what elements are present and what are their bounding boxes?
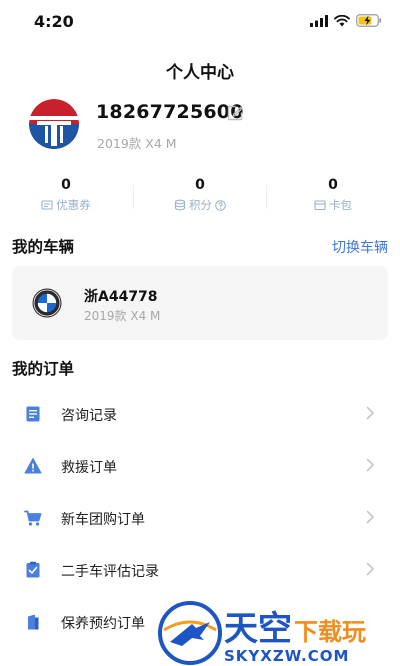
stat-points-label: 积分: [189, 198, 212, 212]
status-icons: [310, 14, 382, 27]
stat-card-wallet-label: 卡包: [329, 198, 352, 212]
stat-coupons-value: 0: [61, 177, 71, 193]
bmw-logo: [32, 288, 62, 318]
stat-coupons-label: 优惠券: [56, 198, 91, 212]
vehicles-title-text: 我的车辆: [12, 238, 75, 256]
vehicle-plate: 浙A44778: [84, 289, 158, 305]
order-item-used-car-evaluation[interactable]: 二手车评估记录: [0, 544, 400, 596]
rescue-warning-icon: [24, 458, 42, 474]
points-icon: [174, 199, 186, 211]
consult-record-icon: [26, 406, 40, 422]
orders-section-title: 我的订单: [11, 357, 75, 382]
watermark-logo: 天空 下载玩 SKYXZW.COM: [158, 601, 366, 665]
svg-text:天空: 天空: [224, 609, 292, 649]
stats-bar: 0 优惠券 0 积分 0 卡包: [0, 177, 400, 219]
chevron-right-icon: [366, 562, 374, 576]
edit-icon[interactable]: [226, 104, 244, 122]
battery-charging-icon: [356, 14, 382, 27]
svg-text:下载玩: 下载玩: [294, 618, 366, 646]
vehicle-card[interactable]: 浙A44778 2019款 X4 M: [12, 266, 388, 340]
card-wallet-icon: [314, 200, 326, 211]
order-item-label: 救援订单: [61, 460, 117, 476]
order-item-label: 二手车评估记录: [61, 564, 159, 580]
cart-icon: [24, 510, 42, 526]
maintenance-icon: [28, 614, 39, 630]
switch-vehicle-link[interactable]: 切换车辆: [332, 237, 388, 257]
order-item-label: 新车团购订单: [61, 512, 145, 528]
orders-title-text: 我的订单: [12, 360, 75, 378]
avatar[interactable]: [29, 99, 79, 149]
coupon-icon: [41, 200, 53, 210]
stat-points-value: 0: [195, 177, 205, 193]
stat-coupons[interactable]: 0 优惠券: [0, 177, 132, 213]
chevron-right-icon: [366, 458, 374, 472]
vehicles-section-title: 我的车辆: [11, 235, 75, 260]
stat-points[interactable]: 0 积分: [134, 177, 266, 213]
page-title: 个人中心: [166, 63, 234, 83]
order-item-rescue[interactable]: 救援订单: [0, 440, 400, 492]
stat-card-wallet[interactable]: 0 卡包: [267, 177, 399, 213]
signal-icon: [310, 14, 328, 27]
help-icon[interactable]: [215, 199, 226, 211]
wifi-icon: [334, 14, 350, 26]
stat-card-wallet-value: 0: [328, 177, 338, 193]
profile-phone: 18267725600: [96, 101, 244, 123]
vehicle-model: 2019款 X4 M: [84, 309, 161, 323]
chevron-right-icon: [366, 406, 374, 420]
svg-text:SKYXZW.COM: SKYXZW.COM: [224, 647, 349, 665]
avatar-logo-icon: [29, 99, 79, 149]
order-item-new-car-group-buy[interactable]: 新车团购订单: [0, 492, 400, 544]
order-item-label: 咨询记录: [61, 408, 117, 424]
order-item-consult[interactable]: 咨询记录: [0, 388, 400, 440]
status-bar: 4:20: [0, 0, 400, 44]
chevron-right-icon: [366, 510, 374, 524]
status-time: 4:20: [34, 12, 74, 31]
evaluation-icon: [26, 561, 40, 578]
profile-subtitle: 2019款 X4 M: [97, 136, 177, 151]
order-item-label: 保养预约订单: [61, 616, 145, 632]
